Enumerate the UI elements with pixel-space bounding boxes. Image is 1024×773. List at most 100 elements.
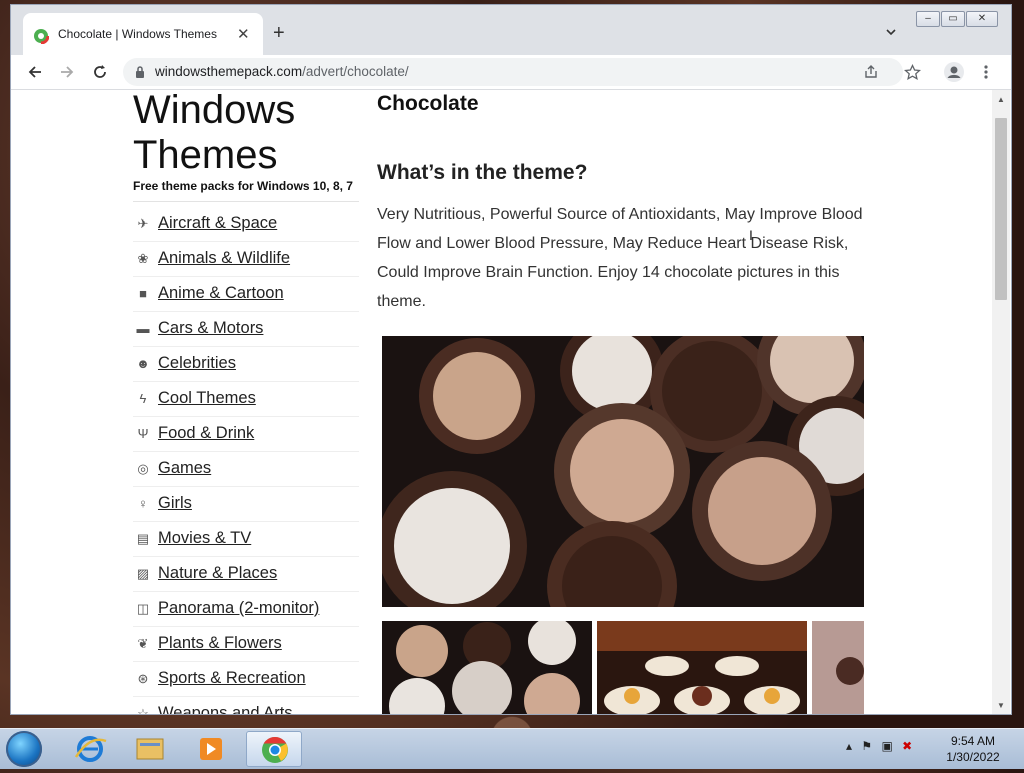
url-host: windowsthemepack.com: [155, 64, 303, 79]
clock-date: 1/30/2022: [946, 750, 1000, 764]
sidebar-category-link[interactable]: Cool Themes: [158, 389, 256, 408]
paw-icon: ❀: [137, 251, 149, 266]
sidebar-category-item[interactable]: ❀ Animals & Wildlife: [133, 242, 359, 277]
film-icon: ▤: [136, 531, 150, 546]
url-text[interactable]: windowsthemepack.com/advert/chocolate/: [155, 64, 409, 79]
sidebar-category-link[interactable]: Movies & TV: [158, 529, 251, 548]
sidebar-category-item[interactable]: ☻ Celebrities: [133, 347, 359, 382]
minimize-button[interactable]: –: [916, 11, 940, 27]
bookmark-star-icon[interactable]: [904, 64, 921, 81]
url-path: /advert/chocolate/: [302, 64, 409, 79]
sidebar-category-link[interactable]: Anime & Cartoon: [158, 284, 284, 303]
page-title: Chocolate: [377, 92, 479, 115]
scrollbar-thumb[interactable]: [995, 118, 1007, 300]
site-logo-title[interactable]: Windows Themes: [133, 90, 295, 178]
sidebar-category-item[interactable]: ▤ Movies & TV: [133, 522, 359, 557]
maximize-button[interactable]: ▭: [941, 11, 965, 27]
thumbnail-3-image[interactable]: [812, 621, 864, 714]
system-tray: ▴ ⚑ ▣ ✖: [846, 739, 912, 753]
taskbar-clock[interactable]: 9:54 AM 1/30/2022: [942, 733, 1004, 765]
users-icon: ☻: [136, 356, 150, 371]
hero-chocolate-image[interactable]: [382, 336, 864, 607]
sidebar-category-item[interactable]: ☆ Weapons and Arts: [133, 697, 359, 714]
sidebar-category-link[interactable]: Cars & Motors: [158, 319, 263, 338]
sidebar-category-link[interactable]: Nature & Places: [158, 564, 277, 583]
sidebar-category-item[interactable]: ◎ Games: [133, 452, 359, 487]
sidebar-category-item[interactable]: ⊛ Sports & Recreation: [133, 662, 359, 697]
browser-tab[interactable]: Chocolate | Windows Themes ✕: [23, 13, 263, 55]
forward-arrow-icon[interactable]: [57, 62, 77, 82]
sidebar-category-item[interactable]: ■ Anime & Cartoon: [133, 277, 359, 312]
share-icon[interactable]: [863, 64, 879, 80]
star-icon: ☆: [137, 706, 149, 715]
car-icon: ▬: [136, 321, 150, 336]
page-content: Windows Themes Free theme packs for Wind…: [11, 90, 991, 714]
sidebar-category-link[interactable]: Panorama (2-monitor): [158, 599, 319, 618]
windows-taskbar: ▴ ⚑ ▣ ✖ 9:54 AM 1/30/2022: [0, 728, 1024, 769]
utensils-icon: Ψ: [137, 426, 149, 441]
category-list: ✈ Aircraft & Space ❀ Animals & Wildlife ■ Ani…: [133, 207, 359, 714]
site-title-line2: Themes: [133, 133, 278, 177]
tab-title: Chocolate | Windows Themes: [58, 27, 217, 41]
sidebar-category-link[interactable]: Weapons and Arts: [158, 704, 293, 714]
file-explorer-icon[interactable]: [122, 731, 178, 767]
tab-search-chevron-icon[interactable]: [884, 25, 898, 39]
media-player-icon[interactable]: [182, 731, 238, 767]
sidebar-category-item[interactable]: ✈ Aircraft & Space: [133, 207, 359, 242]
image-icon: ▨: [136, 566, 150, 581]
leaf-icon: ❦: [137, 636, 149, 651]
window-close-button[interactable]: ✕: [966, 11, 998, 27]
site-tagline: Free theme packs for Windows 10, 8, 7: [133, 179, 353, 193]
sidebar-category-link[interactable]: Sports & Recreation: [158, 669, 306, 688]
volume-muted-icon[interactable]: ✖: [902, 739, 912, 753]
columns-icon: ◫: [136, 601, 150, 616]
action-center-flag-icon[interactable]: ⚑: [861, 739, 872, 753]
reload-icon[interactable]: [90, 62, 110, 82]
gamepad-icon: ◎: [137, 461, 149, 476]
tab-close-icon[interactable]: ✕: [237, 25, 250, 43]
sidebar-category-item[interactable]: ◫ Panorama (2-monitor): [133, 592, 359, 627]
sidebar-category-link[interactable]: Girls: [158, 494, 192, 513]
chrome-taskbar-button[interactable]: [246, 731, 302, 767]
sidebar-category-link[interactable]: Plants & Flowers: [158, 634, 282, 653]
browser-window: Chocolate | Windows Themes ✕ + – ▭ ✕ win…: [11, 5, 1011, 714]
chrome-icon: [262, 736, 288, 763]
sidebar-category-item[interactable]: ▬ Cars & Motors: [133, 312, 359, 347]
sidebar-category-link[interactable]: Aircraft & Space: [158, 214, 277, 233]
tab-strip: Chocolate | Windows Themes ✕ + – ▭ ✕: [11, 5, 1011, 55]
sidebar-category-item[interactable]: ♀ Girls: [133, 487, 359, 522]
sidebar-category-item[interactable]: ϟ Cool Themes: [133, 382, 359, 417]
sidebar-category-item[interactable]: ❦ Plants & Flowers: [133, 627, 359, 662]
scroll-up-arrow-icon[interactable]: ▲: [997, 95, 1005, 104]
address-bar[interactable]: windowsthemepack.com/advert/chocolate/: [123, 58, 903, 86]
back-arrow-icon[interactable]: [25, 62, 45, 82]
page-scrollbar[interactable]: ▲ ▼: [992, 90, 1010, 714]
theme-description: Very Nutritious, Powerful Source of Anti…: [377, 206, 863, 310]
start-button[interactable]: [6, 731, 42, 767]
sidebar-category-link[interactable]: Games: [158, 459, 211, 478]
tray-expand-arrow-icon[interactable]: ▴: [846, 739, 852, 753]
thumbnail-1-image[interactable]: [382, 621, 592, 714]
sidebar-category-link[interactable]: Animals & Wildlife: [158, 249, 290, 268]
basketball-icon: ⊛: [137, 671, 149, 686]
internet-explorer-icon[interactable]: [62, 731, 118, 767]
browser-toolbar: windowsthemepack.com/advert/chocolate/: [11, 55, 1011, 90]
sidebar-divider: [133, 201, 359, 202]
network-icon[interactable]: ▣: [881, 739, 892, 753]
text-cursor-icon: I: [749, 227, 753, 243]
sidebar-category-link[interactable]: Food & Drink: [158, 424, 254, 443]
profile-avatar-icon[interactable]: [944, 62, 964, 82]
sidebar-category-item[interactable]: Ψ Food & Drink: [133, 417, 359, 452]
scroll-down-arrow-icon[interactable]: ▼: [997, 701, 1005, 710]
lock-icon[interactable]: [135, 66, 145, 78]
new-tab-button[interactable]: +: [273, 23, 285, 43]
site-title-line1: Windows: [133, 90, 296, 132]
sidebar-category-item[interactable]: ▨ Nature & Places: [133, 557, 359, 592]
menu-kebab-icon[interactable]: [979, 64, 993, 80]
sidebar-category-link[interactable]: Celebrities: [158, 354, 236, 373]
site-favicon-icon: [33, 28, 49, 44]
thumbnail-2-image[interactable]: [597, 621, 807, 714]
clock-time: 9:54 AM: [950, 734, 996, 748]
section-heading: What’s in the theme?: [377, 161, 588, 184]
lightning-icon: ϟ: [139, 391, 147, 406]
